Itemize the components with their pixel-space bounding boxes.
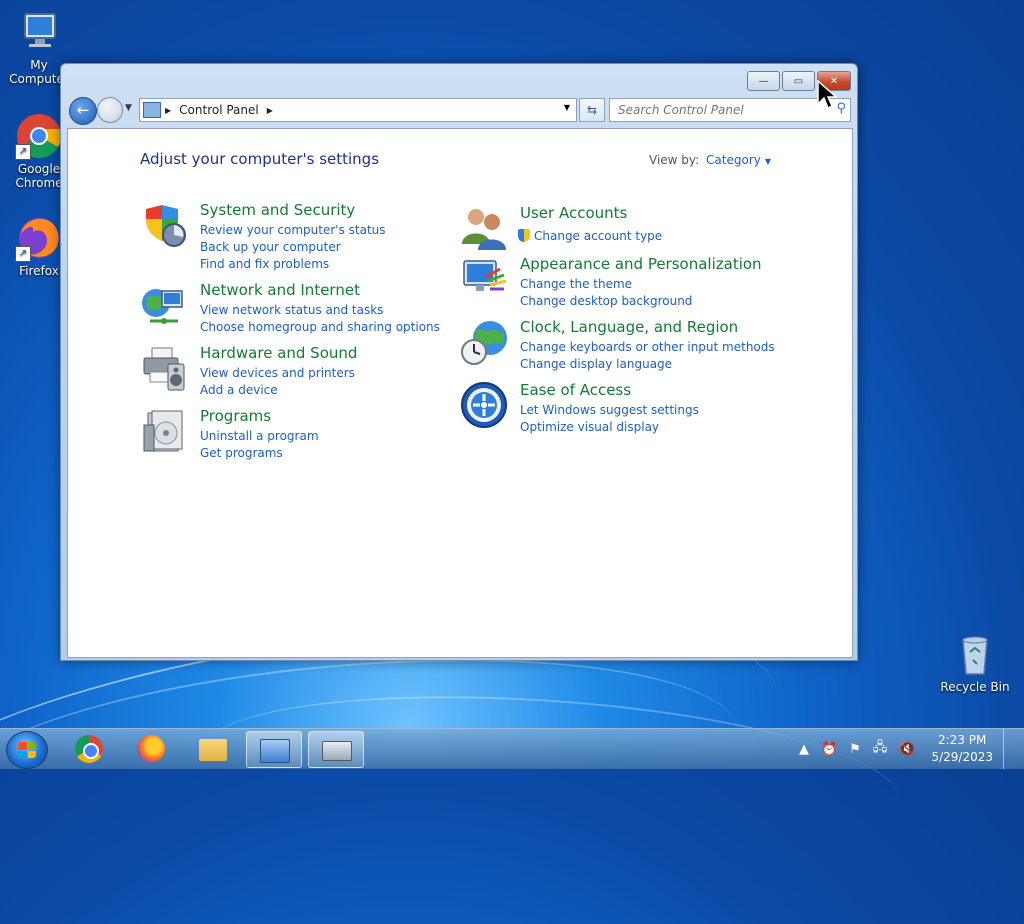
mouse-cursor-icon — [817, 80, 838, 110]
breadcrumb-separator-icon[interactable]: ▶ — [267, 106, 273, 115]
navigation-bar: ← ▼ ▶ Control Panel ▶ ▼ ⇆ ⚲ — [67, 96, 851, 125]
taskbar-chrome[interactable] — [62, 731, 116, 766]
link-homegroup[interactable]: Choose homegroup and sharing options — [200, 319, 440, 336]
computer-icon — [15, 8, 63, 56]
recycle-bin-icon — [951, 630, 999, 678]
taskbar-firefox[interactable] — [124, 731, 178, 766]
shortcut-arrow-icon: ↗ — [15, 246, 31, 262]
forward-button[interactable] — [97, 97, 123, 123]
control-panel-icon — [260, 739, 290, 763]
recent-pages-dropdown[interactable]: ▼ — [125, 103, 132, 113]
arrow-left-icon: ← — [76, 101, 90, 119]
link-optimize-visual-display[interactable]: Optimize visual display — [520, 419, 699, 436]
monitor-palette-icon[interactable] — [460, 255, 508, 303]
category-title[interactable]: Clock, Language, and Region — [520, 318, 738, 336]
clock-time: 2:23 PM — [938, 733, 987, 747]
category-links: Review your computer's status Back up yo… — [200, 222, 386, 273]
start-button[interactable] — [6, 731, 48, 769]
search-input[interactable] — [610, 100, 828, 120]
minimize-button[interactable]: — — [747, 71, 780, 91]
category-links: Change keyboards or other input methods … — [520, 339, 775, 373]
category-title[interactable]: Hardware and Sound — [200, 344, 357, 362]
category-title[interactable]: System and Security — [200, 201, 355, 219]
link-network-status[interactable]: View network status and tasks — [200, 302, 440, 319]
back-button[interactable]: ← — [69, 97, 97, 125]
page-title: Adjust your computer's settings — [140, 150, 380, 168]
chrome-icon: ↗ — [15, 112, 63, 160]
refresh-icon: ⇆ — [586, 103, 598, 117]
refresh-button[interactable]: ⇆ — [579, 98, 605, 122]
category-links: Uninstall a program Get programs — [200, 428, 319, 462]
link-get-programs[interactable]: Get programs — [200, 445, 319, 462]
link-uninstall-program[interactable]: Uninstall a program — [200, 428, 319, 445]
link-add-device[interactable]: Add a device — [200, 382, 355, 399]
link-change-account-type[interactable]: Change account type — [518, 228, 662, 245]
control-panel-content: Adjust your computer's settings View by:… — [67, 128, 853, 658]
breadcrumb-separator-icon: ▶ — [165, 105, 172, 115]
category-title[interactable]: Ease of Access — [520, 381, 631, 399]
ease-of-access-icon[interactable] — [460, 381, 508, 429]
link-review-status[interactable]: Review your computer's status — [200, 222, 386, 239]
category-links: View devices and printers Add a device — [200, 365, 355, 399]
maximize-button[interactable]: ▭ — [782, 71, 815, 91]
shield-icon[interactable] — [140, 201, 188, 249]
taskbar-on-screen-keyboard[interactable] — [308, 731, 364, 768]
breadcrumb-control-panel[interactable]: Control Panel — [179, 103, 259, 117]
network-globe-icon[interactable] — [140, 281, 188, 329]
link-windows-suggest-settings[interactable]: Let Windows suggest settings — [520, 402, 699, 419]
taskbar: ▲ ⏰ ⚑ 🖧 🔇 2:23 PM 5/29/2023 — [0, 728, 1024, 769]
category-title[interactable]: Programs — [200, 407, 271, 425]
uac-shield-icon — [518, 229, 530, 242]
show-desktop-button[interactable] — [1003, 729, 1016, 769]
chevron-down-icon[interactable]: ▼ — [765, 157, 771, 166]
link-find-fix-problems[interactable]: Find and fix problems — [200, 256, 386, 273]
shortcut-arrow-icon: ↗ — [15, 144, 31, 160]
view-by-label: View by: — [649, 153, 700, 167]
taskbar-clock[interactable]: 2:23 PM 5/29/2023 — [931, 732, 993, 766]
link-change-theme[interactable]: Change the theme — [520, 276, 692, 293]
chrome-icon — [75, 735, 103, 763]
category-links: Change account type — [518, 228, 662, 245]
printer-speaker-icon[interactable] — [140, 344, 188, 392]
desktop-icon-label: Recycle Bin — [940, 680, 1010, 694]
address-bar[interactable]: ▶ Control Panel ▶ ▼ — [139, 98, 577, 122]
category-links: View network status and tasks Choose hom… — [200, 302, 440, 336]
network-icon[interactable]: 🖧 — [873, 738, 888, 760]
link-back-up[interactable]: Back up your computer — [200, 239, 386, 256]
category-links: Change the theme Change desktop backgrou… — [520, 276, 692, 310]
view-by-value[interactable]: Category — [706, 153, 761, 167]
search-box[interactable]: ⚲ — [609, 98, 851, 122]
alarm-clock-icon[interactable]: ⏰ — [821, 742, 837, 757]
control-panel-icon — [143, 102, 161, 118]
action-center-flag-icon[interactable]: ⚑ — [849, 742, 861, 757]
clock-date: 5/29/2023 — [931, 750, 993, 764]
category-title[interactable]: User Accounts — [520, 204, 627, 222]
file-explorer-icon — [199, 739, 227, 761]
category-links: Let Windows suggest settings Optimize vi… — [520, 402, 699, 436]
windows-logo-icon — [18, 742, 36, 758]
category-title[interactable]: Appearance and Personalization — [520, 255, 762, 273]
link-change-background[interactable]: Change desktop background — [520, 293, 692, 310]
taskbar-file-explorer[interactable] — [186, 731, 240, 766]
firefox-icon — [137, 735, 165, 763]
view-by-dropdown[interactable]: Category ▼ — [706, 153, 771, 167]
link-change-keyboards[interactable]: Change keyboards or other input methods — [520, 339, 775, 356]
programs-icon[interactable] — [140, 407, 188, 455]
users-icon[interactable] — [460, 204, 508, 252]
on-screen-keyboard-icon — [322, 741, 352, 761]
firefox-icon: ↗ — [15, 214, 63, 262]
desktop-icon-recycle-bin[interactable]: Recycle Bin — [936, 630, 1014, 694]
link-devices-printers[interactable]: View devices and printers — [200, 365, 355, 382]
link-label[interactable]: Change account type — [534, 229, 662, 243]
globe-clock-icon[interactable] — [460, 318, 508, 366]
chevron-down-icon: ▼ — [125, 103, 132, 113]
category-title[interactable]: Network and Internet — [200, 281, 360, 299]
address-dropdown-icon[interactable]: ▼ — [564, 103, 570, 112]
control-panel-window[interactable]: — ▭ ✕ ← ▼ ▶ Control Panel ▶ ▼ ⇆ ⚲ Adjust… — [60, 63, 858, 661]
volume-muted-icon[interactable]: 🔇 — [899, 742, 915, 757]
show-hidden-icons-icon[interactable]: ▲ — [799, 742, 809, 757]
taskbar-control-panel[interactable] — [246, 731, 302, 768]
system-tray: ▲ ⏰ ⚑ 🖧 🔇 2:23 PM 5/29/2023 — [793, 729, 1016, 769]
link-change-display-language[interactable]: Change display language — [520, 356, 775, 373]
